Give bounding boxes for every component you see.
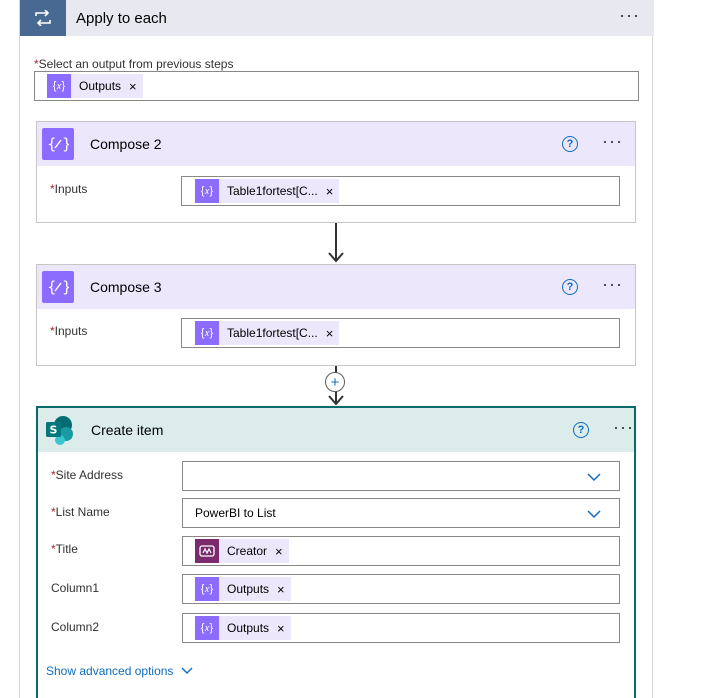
token-label: Table1fortest[C... — [227, 184, 318, 198]
connector-arrow-icon — [328, 252, 344, 263]
more-options-icon[interactable]: ··· — [613, 418, 634, 438]
expression-icon: {𝑥} — [195, 616, 219, 640]
more-options-icon[interactable]: ··· — [602, 275, 623, 295]
apply-to-each-title: Apply to each — [76, 9, 167, 27]
inputs-label: *Inputs — [50, 182, 87, 196]
chevron-down-icon — [181, 667, 193, 674]
select-output-label-text: Select an output from previous steps — [38, 57, 234, 71]
help-icon[interactable]: ? — [562, 136, 579, 152]
token-label: Outputs — [79, 79, 122, 93]
add-step-button[interactable]: + — [325, 372, 345, 392]
compose-2-header[interactable]: {} Compose 2 ? ··· — [37, 122, 635, 166]
list-name-dropdown[interactable]: PowerBI to List — [182, 498, 620, 528]
site-address-label: *Site Address — [51, 468, 123, 482]
help-icon[interactable]: ? — [562, 279, 579, 295]
remove-token-icon[interactable]: × — [326, 184, 334, 199]
token-label: Outputs — [227, 621, 270, 635]
compose-3-card: {} Compose 3 ? ··· *Inputs {𝑥} Table1for… — [36, 264, 636, 366]
title-label: *Title — [51, 542, 78, 556]
svg-text:S: S — [50, 424, 58, 437]
create-item-title: Create item — [91, 422, 164, 438]
apply-to-each-header[interactable]: Apply to each ··· — [20, 0, 654, 36]
token-label: Creator — [227, 544, 268, 558]
expression-icon: {𝑥} — [195, 321, 219, 345]
compose-2-inputs-field[interactable]: {𝑥} Table1fortest[C... × — [181, 176, 620, 206]
column1-field[interactable]: {𝑥} Outputs × — [182, 574, 620, 604]
column2-field[interactable]: {𝑥} Outputs × — [182, 613, 620, 643]
chevron-down-icon[interactable] — [587, 470, 601, 484]
list-name-label-text: List Name — [55, 505, 110, 519]
creator-token[interactable]: Creator × — [195, 539, 289, 563]
compose-2-title: Compose 2 — [90, 136, 162, 152]
remove-token-icon[interactable]: × — [326, 326, 334, 341]
list-name-value: PowerBI to List — [195, 506, 276, 520]
svg-text:}: } — [62, 278, 69, 296]
advanced-options-label: Show advanced options — [46, 664, 174, 678]
outputs-token[interactable]: {𝑥} Outputs × — [195, 577, 291, 601]
show-advanced-options-link[interactable]: Show advanced options — [46, 664, 194, 678]
more-options-icon[interactable]: ··· — [602, 132, 623, 152]
table-column-token[interactable]: {𝑥} Table1fortest[C... × — [195, 321, 340, 345]
site-address-label-text: Site Address — [55, 468, 124, 482]
remove-token-icon[interactable]: × — [275, 544, 283, 559]
remove-token-icon[interactable]: × — [277, 582, 285, 597]
token-label: Outputs — [227, 582, 270, 596]
svg-text:{: { — [47, 135, 57, 153]
chevron-down-icon[interactable] — [587, 507, 601, 521]
outputs-token[interactable]: {𝑥} Outputs × — [47, 74, 143, 98]
compose-icon: {} — [42, 128, 74, 160]
compose-icon: {} — [42, 271, 74, 303]
svg-text:}: } — [62, 135, 69, 153]
inputs-label-text: Inputs — [54, 324, 88, 338]
compose-3-header[interactable]: {} Compose 3 ? ··· — [37, 265, 635, 309]
select-output-field[interactable]: {𝑥} Outputs × — [34, 71, 639, 101]
expression-icon: {𝑥} — [195, 179, 219, 203]
list-name-label: *List Name — [51, 505, 110, 519]
site-address-dropdown[interactable] — [182, 461, 620, 491]
select-output-label: *Select an output from previous steps — [34, 57, 233, 71]
inputs-label-text: Inputs — [54, 182, 88, 196]
column1-label: Column1 — [51, 581, 99, 595]
expression-icon: {𝑥} — [47, 74, 71, 98]
compose-2-card: {} Compose 2 ? ··· *Inputs {𝑥} Table1for… — [36, 121, 636, 223]
help-icon[interactable]: ? — [573, 422, 590, 438]
outputs-token[interactable]: {𝑥} Outputs × — [195, 616, 291, 640]
compose-3-title: Compose 3 — [90, 279, 162, 295]
loop-icon — [20, 0, 66, 36]
token-label: Table1fortest[C... — [227, 326, 318, 340]
remove-token-icon[interactable]: × — [129, 79, 137, 94]
sharepoint-icon: S — [43, 414, 75, 446]
more-options-icon[interactable]: ··· — [619, 6, 640, 26]
title-field[interactable]: Creator × — [182, 536, 620, 566]
create-item-header[interactable]: S Create item ? ··· — [38, 408, 634, 452]
column1-label-text: Column1 — [51, 581, 100, 595]
create-item-card: S Create item ? ··· *Site Address *List … — [36, 406, 636, 698]
remove-token-icon[interactable]: × — [277, 621, 285, 636]
title-label-text: Title — [55, 542, 78, 556]
apply-to-each-container: Apply to each ··· *Select an output from… — [19, 0, 654, 698]
column2-label: Column2 — [51, 620, 99, 634]
compose-3-inputs-field[interactable]: {𝑥} Table1fortest[C... × — [181, 318, 620, 348]
column2-label-text: Column2 — [51, 620, 100, 634]
inputs-label: *Inputs — [50, 324, 87, 338]
table-column-token[interactable]: {𝑥} Table1fortest[C... × — [195, 179, 340, 203]
expression-icon: {𝑥} — [195, 577, 219, 601]
svg-text:{: { — [47, 278, 57, 296]
powerbi-icon — [195, 539, 219, 563]
